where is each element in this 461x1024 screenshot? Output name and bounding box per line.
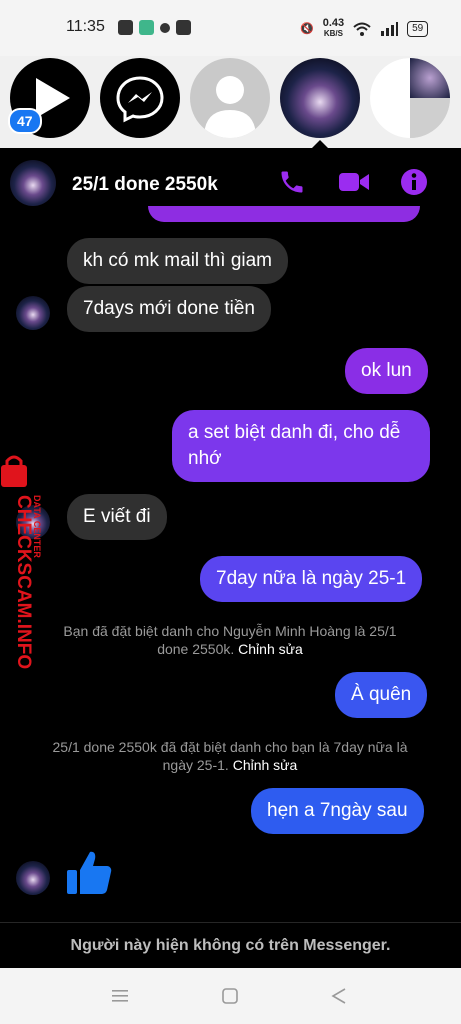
sender-avatar[interactable]: [16, 861, 50, 895]
svg-text:CHECKSCAM.INFO: CHECKSCAM.INFO: [13, 495, 34, 669]
message-bubble[interactable]: 7days mới done tiền: [67, 286, 271, 332]
message-bubble[interactable]: a set biệt danh đi, cho dễ nhớ: [172, 410, 430, 482]
chat-window: 25/1 done 2550k kh có mk mail thì giam 7…: [0, 148, 461, 968]
group-avatar-c: [410, 98, 450, 138]
svg-text:DATA CENTER: DATA CENTER: [32, 495, 42, 558]
like-icon[interactable]: [64, 848, 114, 898]
menu-icon[interactable]: [110, 988, 130, 1004]
person-placeholder-icon: [204, 76, 256, 138]
system-notice: Bạn đã đặt biệt danh cho Nguyễn Minh Hoà…: [50, 622, 410, 658]
contact-name[interactable]: 25/1 done 2550k: [72, 174, 218, 196]
dot-icon: [160, 23, 170, 33]
mute-icon: 🔇: [300, 23, 314, 35]
messenger-head[interactable]: [100, 58, 180, 138]
previous-message-bubble[interactable]: [148, 206, 420, 222]
back-icon[interactable]: [330, 987, 348, 1005]
group-avatar-b: [370, 58, 410, 138]
message-bubble[interactable]: ok lun: [345, 348, 428, 394]
contact-head-blank[interactable]: [190, 58, 270, 138]
messenger-icon: [116, 76, 164, 123]
play-store-icon: [118, 20, 133, 35]
message-bubble[interactable]: À quên: [335, 672, 428, 718]
net-speed: 0.43 KB/S: [323, 18, 344, 39]
status-time: 11:35: [66, 18, 105, 35]
contact-head-galaxy[interactable]: [280, 58, 360, 138]
notification-icons: [118, 20, 191, 35]
system-notice: 25/1 done 2550k đã đặt biệt danh cho bạn…: [50, 738, 410, 774]
capcut-icon: [176, 20, 191, 35]
unread-badge: 47: [8, 108, 42, 134]
system-nav-bar: [0, 968, 461, 1024]
offline-notice: Người này hiện không có trên Messenger.: [0, 922, 461, 969]
group-avatar-a: [410, 58, 450, 98]
battery-icon: 59: [407, 20, 429, 37]
status-right: 🔇 0.43 KB/S 59: [300, 18, 429, 39]
info-icon[interactable]: [400, 168, 428, 196]
phone-icon[interactable]: [278, 168, 306, 196]
edit-nickname-link[interactable]: Chỉnh sửa: [233, 757, 298, 773]
sender-avatar[interactable]: [16, 296, 50, 330]
chat-heads-row: 47: [0, 54, 461, 150]
message-bubble[interactable]: kh có mk mail thì giam: [67, 238, 288, 284]
system-notice-text: Bạn đã đặt biệt danh cho Nguyễn Minh Hoà…: [63, 623, 397, 657]
system-notice-text: 25/1 done 2550k đã đặt biệt danh cho bạn…: [52, 739, 408, 773]
signal-icon: [381, 21, 399, 36]
net-speed-unit: KB/S: [323, 29, 343, 38]
message-bubble[interactable]: E viết đi: [67, 494, 167, 540]
contact-avatar[interactable]: [10, 160, 56, 206]
watermark-logo: CHECKSCAM.INFO DATA CENTER: [1, 455, 42, 669]
wifi-icon: [353, 22, 371, 36]
app-notification-icon: [139, 20, 154, 35]
group-head[interactable]: [370, 58, 450, 138]
status-bar: 11:35 🔇 0.43 KB/S 59: [0, 0, 461, 56]
edit-nickname-link[interactable]: Chỉnh sửa: [238, 641, 303, 657]
message-bubble[interactable]: hẹn a 7ngày sau: [251, 788, 424, 834]
home-icon[interactable]: [221, 987, 239, 1005]
message-bubble[interactable]: 7day nữa là ngày 25-1: [200, 556, 423, 602]
video-icon[interactable]: [338, 170, 370, 194]
net-speed-value: 0.43: [322, 17, 345, 29]
